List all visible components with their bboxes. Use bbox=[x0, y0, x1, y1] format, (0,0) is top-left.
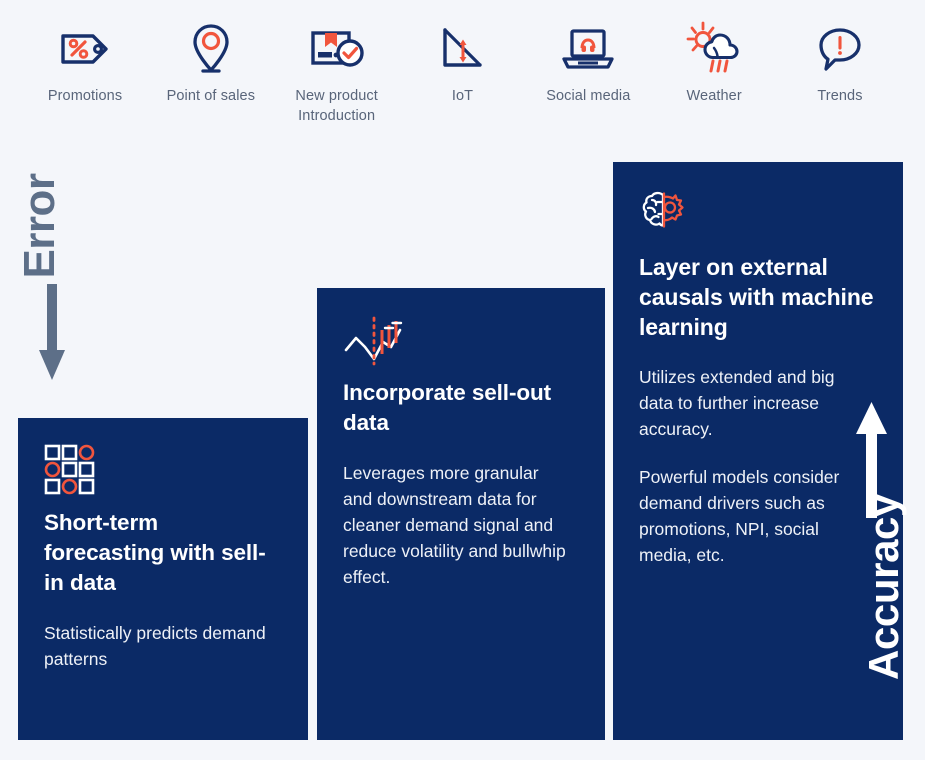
panel-short-term-forecasting: Short-term forecasting with sell-in data… bbox=[18, 418, 308, 740]
demand-drivers-row: Promotions Point of sales New product In… bbox=[0, 0, 925, 140]
error-axis-label: Error bbox=[15, 173, 64, 279]
panel-body: Statistically predicts demand patterns bbox=[44, 620, 270, 672]
price-tag-percent-icon bbox=[57, 18, 113, 80]
brain-gear-icon bbox=[639, 188, 877, 240]
panel-body: Utilizes extended and big data to furthe… bbox=[639, 364, 865, 568]
panel-paragraph: Statistically predicts demand patterns bbox=[44, 623, 266, 669]
declining-chart-icon bbox=[436, 18, 488, 80]
driver-label: New product Introduction bbox=[295, 88, 378, 124]
driver-weather: Weather bbox=[655, 18, 773, 106]
panel-paragraph: Leverages more granular and downstream d… bbox=[343, 463, 566, 587]
panel-title: Incorporate sell-out data bbox=[343, 380, 552, 435]
speech-bubble-alert-icon bbox=[816, 18, 864, 80]
driver-promotions: Promotions bbox=[26, 18, 144, 106]
driver-label: Social media bbox=[546, 88, 631, 104]
panel-title: Short-term forecasting with sell-in data bbox=[44, 510, 266, 595]
driver-label: IoT bbox=[451, 88, 474, 104]
driver-label: Trends bbox=[817, 88, 863, 104]
sun-cloud-rain-icon bbox=[686, 18, 742, 80]
driver-social-media: Social media bbox=[529, 18, 647, 106]
driver-new-product-introduction: New product Introduction bbox=[278, 18, 396, 126]
driver-point-of-sales: Point of sales bbox=[152, 18, 270, 106]
infographic-canvas: Promotions Point of sales New product In… bbox=[0, 0, 925, 760]
driver-label: Promotions bbox=[47, 88, 123, 104]
panel-title: Layer on external causals with machine l… bbox=[639, 254, 874, 340]
driver-iot: IoT bbox=[403, 18, 521, 106]
panel-paragraph: Utilizes extended and big data to furthe… bbox=[639, 367, 835, 439]
driver-label: Weather bbox=[686, 88, 742, 104]
accuracy-axis-label: Accuracy bbox=[860, 494, 907, 680]
line-candlestick-chart-icon bbox=[343, 314, 579, 366]
panel-incorporate-sell-out: Incorporate sell-out data Leverages more… bbox=[317, 288, 605, 740]
laptop-headset-icon bbox=[559, 18, 617, 80]
panel-paragraph: Powerful models consider demand drivers … bbox=[639, 467, 840, 565]
error-down-arrow-icon bbox=[36, 284, 68, 387]
driver-trends: Trends bbox=[781, 18, 899, 106]
panel-body: Leverages more granular and downstream d… bbox=[343, 460, 569, 590]
map-pin-icon bbox=[189, 18, 233, 80]
grid-squares-circles-icon bbox=[44, 444, 282, 496]
driver-label: Point of sales bbox=[166, 88, 256, 104]
error-axis: Error bbox=[14, 162, 86, 392]
package-check-icon bbox=[308, 18, 366, 80]
